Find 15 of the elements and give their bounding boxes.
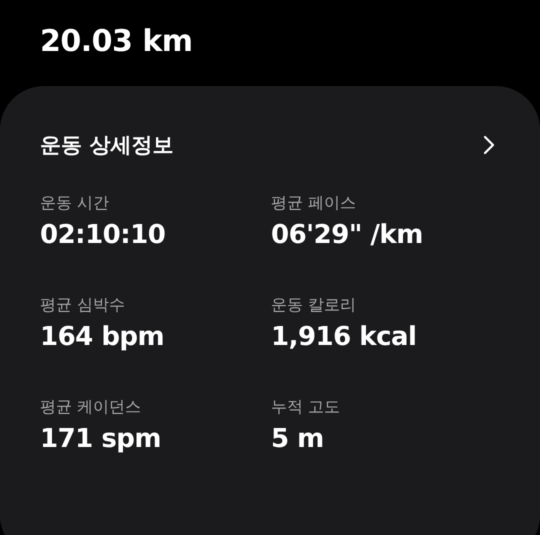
stat-value: 171 spm bbox=[40, 423, 162, 455]
stat-label: 운동 칼로리 bbox=[271, 295, 358, 315]
stat-value: 1,916 kcal bbox=[271, 321, 418, 353]
stat-value: 164 bpm bbox=[40, 321, 166, 353]
stat-label: 누적 고도 bbox=[271, 397, 342, 417]
stat-label: 평균 케이던스 bbox=[40, 397, 142, 417]
stat-value: 06'29" /km bbox=[271, 219, 424, 251]
stat-label: 평균 심박수 bbox=[40, 295, 126, 315]
stat-value: 5 m bbox=[271, 423, 325, 455]
section-title: 운동 상세정보 bbox=[40, 132, 174, 159]
distance-value: 20.03 km bbox=[39, 23, 194, 61]
chevron-right-icon[interactable] bbox=[482, 134, 496, 156]
stat-value: 02:10:10 bbox=[40, 219, 166, 251]
stat-label: 평균 페이스 bbox=[271, 193, 358, 213]
stat-label: 운동 시간 bbox=[40, 193, 110, 213]
